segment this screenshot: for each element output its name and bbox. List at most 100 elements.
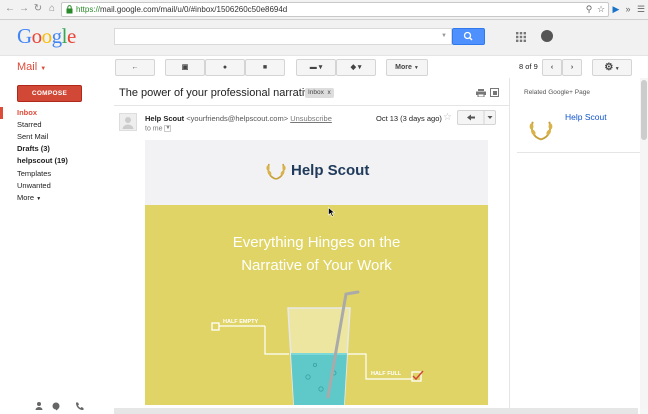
related-page-label: Related Google+ Page [524, 89, 590, 96]
sidebar-item-unwanted[interactable]: Unwanted [17, 181, 51, 190]
message-subject: The power of your professional narrative [119, 87, 316, 99]
labels-button[interactable]: ◆ ▾ [336, 59, 376, 76]
caret-icon: ▼ [40, 66, 47, 72]
chevron-left-icon: ‹ [550, 64, 554, 71]
related-page-name[interactable]: Help Scout [565, 112, 607, 122]
sidebar-item-templates[interactable]: Templates [17, 169, 51, 178]
search-input[interactable]: ▼ [114, 28, 452, 45]
caret-icon: ▼ [413, 65, 419, 71]
sidebar-item-starred[interactable]: Starred [17, 120, 42, 129]
laurel-logo-icon [266, 163, 286, 180]
person-icon[interactable] [35, 402, 43, 410]
caret-icon: ▼ [613, 66, 620, 72]
brand-name: Help Scout [291, 162, 370, 179]
delete-button[interactable]: ■ [245, 59, 285, 76]
overflow-icon[interactable]: » [623, 4, 633, 14]
compose-button[interactable]: COMPOSE [17, 85, 82, 102]
report-spam-button[interactable]: ● [205, 59, 245, 76]
move-to-button[interactable]: ▬ ▾ [296, 59, 336, 76]
older-button[interactable]: › [562, 59, 582, 76]
archive-button[interactable]: ▣ [165, 59, 205, 76]
remove-label-icon[interactable]: x [328, 89, 331, 96]
sender-name[interactable]: Help Scout [145, 114, 184, 123]
sidebar-item-more[interactable]: More ▼ [17, 193, 41, 202]
horizontal-scrollbar[interactable] [114, 408, 638, 414]
newer-button[interactable]: ‹ [542, 59, 562, 76]
extension-icon[interactable]: ▶ [611, 4, 621, 14]
gear-icon: ⚙ [604, 62, 614, 73]
more-label: More [395, 64, 412, 71]
email-hero: Everything Hinges on the Narrative of Yo… [145, 205, 488, 405]
forward-icon[interactable]: → [18, 3, 30, 15]
logo-letter: G [17, 24, 32, 48]
recipient-text: to me [145, 125, 163, 133]
lock-icon [66, 5, 73, 14]
reply-icon [467, 111, 493, 124]
apps-grid-icon[interactable] [516, 32, 526, 42]
reply-button[interactable] [457, 110, 496, 125]
page-count: 8 of 9 [519, 62, 538, 71]
star-icon[interactable]: ☆ [443, 112, 452, 123]
scrollbar-thumb[interactable] [641, 80, 647, 140]
logo-letter: o [41, 24, 53, 48]
hangouts-icon[interactable] [52, 402, 60, 411]
sender-line: Help Scout <yourfriends@helpscout.com> U… [145, 114, 332, 123]
more-link-label: More [17, 193, 35, 202]
archive-icon: ▣ [181, 64, 189, 71]
checkbox-empty-icon [211, 322, 220, 331]
label-chip-text: Inbox [308, 89, 324, 96]
search-button[interactable] [452, 28, 485, 45]
mail-label: Mail [17, 61, 38, 73]
unsubscribe-link[interactable]: Unsubscribe [290, 114, 332, 123]
logo-letter: e [67, 24, 76, 48]
new-window-icon[interactable] [490, 88, 499, 97]
arrow-left-icon: ← [131, 64, 139, 71]
inbox-label-chip[interactable]: Inbox x [305, 88, 334, 98]
sidebar-item-helpscout[interactable]: helpscout (19) [17, 156, 68, 165]
alert-icon: ● [222, 64, 228, 71]
chevron-right-icon: › [570, 64, 574, 71]
account-avatar-icon[interactable] [541, 30, 553, 42]
sender-email: <yourfriends@helpscout.com> [186, 114, 289, 123]
mail-menu[interactable]: Mail ▼ [17, 61, 46, 73]
browser-toolbar: ← → ↻ ⌂ https://mail.google.com/mail/u/0… [0, 0, 648, 20]
search-icon [463, 31, 473, 41]
hero-headline: Everything Hinges on the Narrative of Yo… [145, 231, 488, 277]
divider [114, 105, 509, 106]
mouse-cursor-icon [328, 207, 336, 217]
address-bar[interactable]: https://mail.google.com/mail/u/0/#inbox/… [61, 2, 609, 17]
logo-letter: o [31, 24, 43, 48]
back-icon[interactable]: ← [4, 3, 16, 15]
half-empty-label: HALF EMPTY [223, 319, 258, 325]
half-full-label: HALF FULL [371, 371, 402, 377]
chevron-down-icon[interactable]: ▼ [441, 33, 447, 39]
message-date: Oct 13 (3 days ago) [376, 114, 442, 123]
phone-icon[interactable] [75, 402, 84, 411]
sidebar-item-sent[interactable]: Sent Mail [17, 132, 48, 141]
url-protocol: https:// [76, 5, 101, 14]
menu-icon[interactable]: ☰ [636, 4, 646, 14]
magnifier-icon[interactable]: ⚲ [584, 4, 594, 14]
google-logo[interactable]: Google [17, 24, 76, 49]
home-icon[interactable]: ⌂ [46, 3, 58, 15]
divider [517, 152, 640, 153]
recipient-line[interactable]: to me ▼ [145, 125, 172, 133]
sidebar-item-drafts[interactable]: Drafts (3) [17, 144, 50, 153]
star-icon[interactable]: ☆ [596, 4, 606, 14]
settings-button[interactable]: ⚙ ▼ [592, 59, 632, 76]
reload-icon[interactable]: ↻ [32, 3, 44, 15]
more-button[interactable]: More ▼ [386, 59, 428, 76]
caret-icon: ▼ [36, 196, 42, 202]
headline-line-1: Everything Hinges on the [232, 234, 401, 251]
show-details-icon[interactable]: ▼ [164, 125, 172, 132]
sender-avatar[interactable] [119, 113, 137, 131]
message-toolbar: Mail ▼ ← ▣ ● ■ ▬ ▾ ◆ ▾ More ▼ 8 of 9 ‹ ›… [0, 56, 648, 78]
print-icon[interactable] [476, 89, 486, 97]
headline-line-2: Narrative of Your Work [241, 257, 392, 274]
logo-letter: g [51, 24, 63, 48]
folder-icon: ▬ ▾ [309, 64, 323, 71]
tag-icon: ◆ ▾ [350, 64, 362, 71]
sidebar-item-inbox[interactable]: Inbox [17, 108, 37, 117]
back-to-inbox-button[interactable]: ← [115, 59, 155, 76]
helpscout-page-logo-icon[interactable] [528, 117, 554, 143]
